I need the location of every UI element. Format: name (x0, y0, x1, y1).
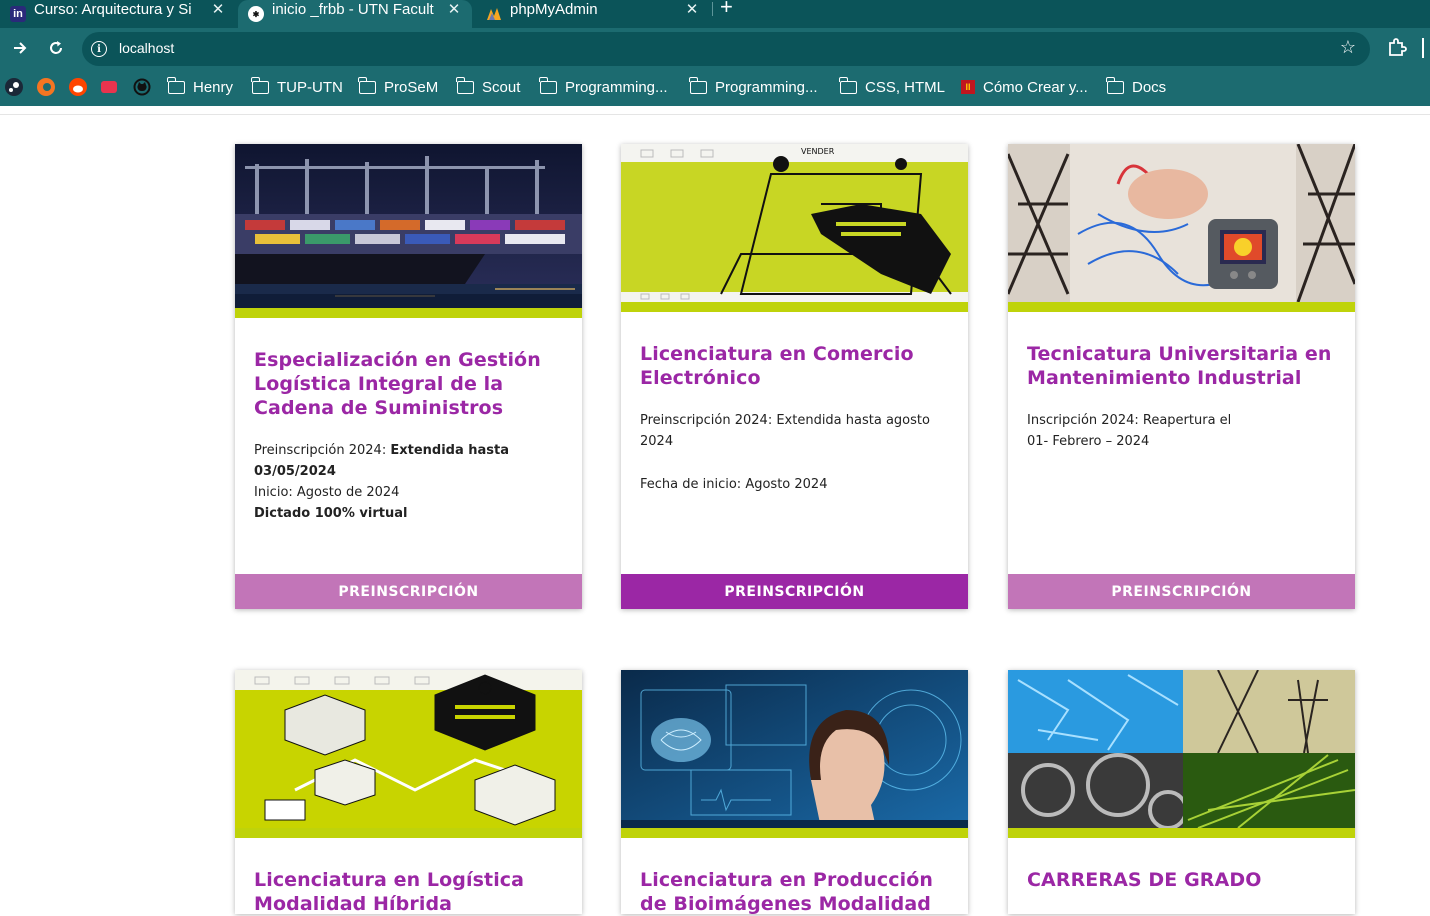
forward-arrow-icon[interactable] (8, 36, 32, 60)
folder-icon (456, 76, 474, 94)
bookmark-folder-programming-2[interactable]: Programming... (689, 76, 818, 98)
registration-line: Inscripción 2024: Reapertura el (1027, 413, 1232, 428)
card-accent-band (621, 302, 968, 312)
site-info-icon[interactable]: i (91, 41, 107, 57)
address-bar[interactable]: i localhost ☆ (82, 32, 1370, 66)
new-tab-button[interactable]: + (720, 0, 733, 20)
preinscription-button[interactable]: PREINSCRIPCIÓN (1008, 574, 1355, 609)
tab-title: phpMyAdmin (510, 0, 598, 18)
start-line: Inicio: Agosto de 2024 (254, 485, 400, 500)
page-header-strip (0, 106, 1430, 115)
registration-line: Preinscripción 2024: Extendida hasta 03/… (254, 443, 510, 479)
tab-inicio-frbb[interactable]: ✱ inicio _frbb - UTN Facult ✕ (238, 0, 472, 28)
reddit-icon[interactable] (69, 78, 87, 96)
card-title[interactable]: Licenciatura en Logística Modalidad Híbr… (254, 868, 563, 916)
card-accent-band (1008, 302, 1355, 312)
folder-icon (251, 76, 269, 94)
engineering-collage-image (1008, 670, 1355, 828)
bookmark-folder-henry[interactable]: Henry (167, 76, 233, 98)
folder-icon (358, 76, 376, 94)
program-card: Licenciatura en Producción de Bioimágene… (621, 670, 968, 916)
bookmark-folder-tup-utn[interactable]: TUP-UTN (251, 76, 343, 98)
preinscription-button[interactable]: PREINSCRIPCIÓN (235, 574, 582, 609)
card-title[interactable]: CARRERAS DE GRADO (1027, 868, 1336, 892)
card-accent-band (1008, 828, 1355, 838)
mode-line: Dictado 100% virtual (254, 506, 408, 521)
program-card: VENDER Licenciatura en Comercio Electrón… (621, 144, 968, 609)
card-title[interactable]: Tecnicatura Universitaria en Mantenimien… (1027, 342, 1336, 390)
folder-icon (167, 76, 185, 94)
card-details: Preinscripción 2024: Extendida hasta 03/… (254, 440, 563, 524)
tab-strip: in Curso: Arquitectura y Si ✕ ✱ inicio _… (0, 0, 1430, 28)
card-accent-band (621, 828, 968, 838)
card-details: Inscripción 2024: Reapertura el 01- Febr… (1027, 410, 1336, 452)
card-title[interactable]: Especialización en Gestión Logística Int… (254, 348, 563, 420)
logistics-buildings-image (235, 670, 582, 828)
bookmark-folder-prosem[interactable]: ProSeM (358, 76, 438, 98)
reload-icon[interactable] (44, 36, 68, 60)
tab-title: Curso: Arquitectura y Si (34, 0, 192, 18)
github-icon[interactable] (133, 78, 151, 96)
crunchyroll-icon[interactable] (37, 78, 55, 96)
tab-title: inicio _frbb - UTN Facult (272, 0, 434, 18)
program-card: Licenciatura en Logística Modalidad Híbr… (235, 670, 582, 916)
port-containers-image (235, 144, 582, 308)
url-text: localhost (119, 40, 175, 56)
close-icon[interactable]: ✕ (444, 0, 464, 18)
bookmarks-bar: Henry TUP-UTN ProSeM Scout Programming..… (0, 70, 1430, 106)
bioimaging-woman-image (621, 670, 968, 828)
utn-favicon-icon: ✱ (248, 6, 264, 22)
tmdb-icon[interactable] (101, 81, 117, 93)
bookmark-star-icon[interactable]: ☆ (1340, 37, 1356, 58)
bookmark-folder-css-html[interactable]: CSS, HTML (839, 76, 945, 98)
card-accent-band (235, 828, 582, 838)
program-card: CARRERAS DE GRADO (1008, 670, 1355, 914)
bookmark-folder-programming-1[interactable]: Programming... (539, 76, 668, 98)
program-card: Tecnicatura Universitaria en Mantenimien… (1008, 144, 1355, 609)
menu-edge (1422, 38, 1424, 58)
phpmyadmin-favicon-icon (486, 6, 502, 22)
folder-icon (539, 76, 557, 94)
steam-icon[interactable] (5, 78, 23, 96)
folder-icon (689, 76, 707, 94)
bookmark-folder-docs[interactable]: Docs (1106, 76, 1166, 98)
extensions-puzzle-icon[interactable] (1386, 36, 1408, 58)
bookmark-como-crear[interactable]: II Cómo Crear y... (961, 76, 1088, 98)
card-title[interactable]: Licenciatura en Producción de Bioimágene… (640, 868, 949, 916)
svg-text:VENDER: VENDER (801, 147, 835, 156)
bookmark-favicon-icon: II (961, 80, 975, 94)
ecommerce-laptop-image: VENDER (621, 144, 968, 302)
bookmark-folder-scout[interactable]: Scout (456, 76, 520, 98)
start-line: Fecha de inicio: Agosto 2024 (640, 477, 828, 492)
close-icon[interactable]: ✕ (208, 0, 228, 18)
preinscription-button[interactable]: PREINSCRIPCIÓN (621, 574, 968, 609)
reopen-date-line: 01- Febrero – 2024 (1027, 434, 1150, 449)
card-accent-band (235, 308, 582, 318)
tab-curso[interactable]: in Curso: Arquitectura y Si ✕ (0, 0, 236, 28)
inscribir-favicon-icon: in (10, 6, 26, 22)
card-title[interactable]: Licenciatura en Comercio Electrónico (640, 342, 949, 390)
tab-separator (712, 2, 713, 16)
tab-phpmyadmin[interactable]: phpMyAdmin ✕ (476, 0, 710, 28)
close-icon[interactable]: ✕ (682, 0, 702, 18)
registration-line: Preinscripción 2024: Extendida hasta ago… (640, 413, 930, 449)
folder-icon (1106, 76, 1124, 94)
folder-icon (839, 76, 857, 94)
browser-toolbar: i localhost ☆ (0, 28, 1430, 70)
program-card: Especialización en Gestión Logística Int… (235, 144, 582, 609)
industrial-maintenance-image (1008, 144, 1355, 302)
